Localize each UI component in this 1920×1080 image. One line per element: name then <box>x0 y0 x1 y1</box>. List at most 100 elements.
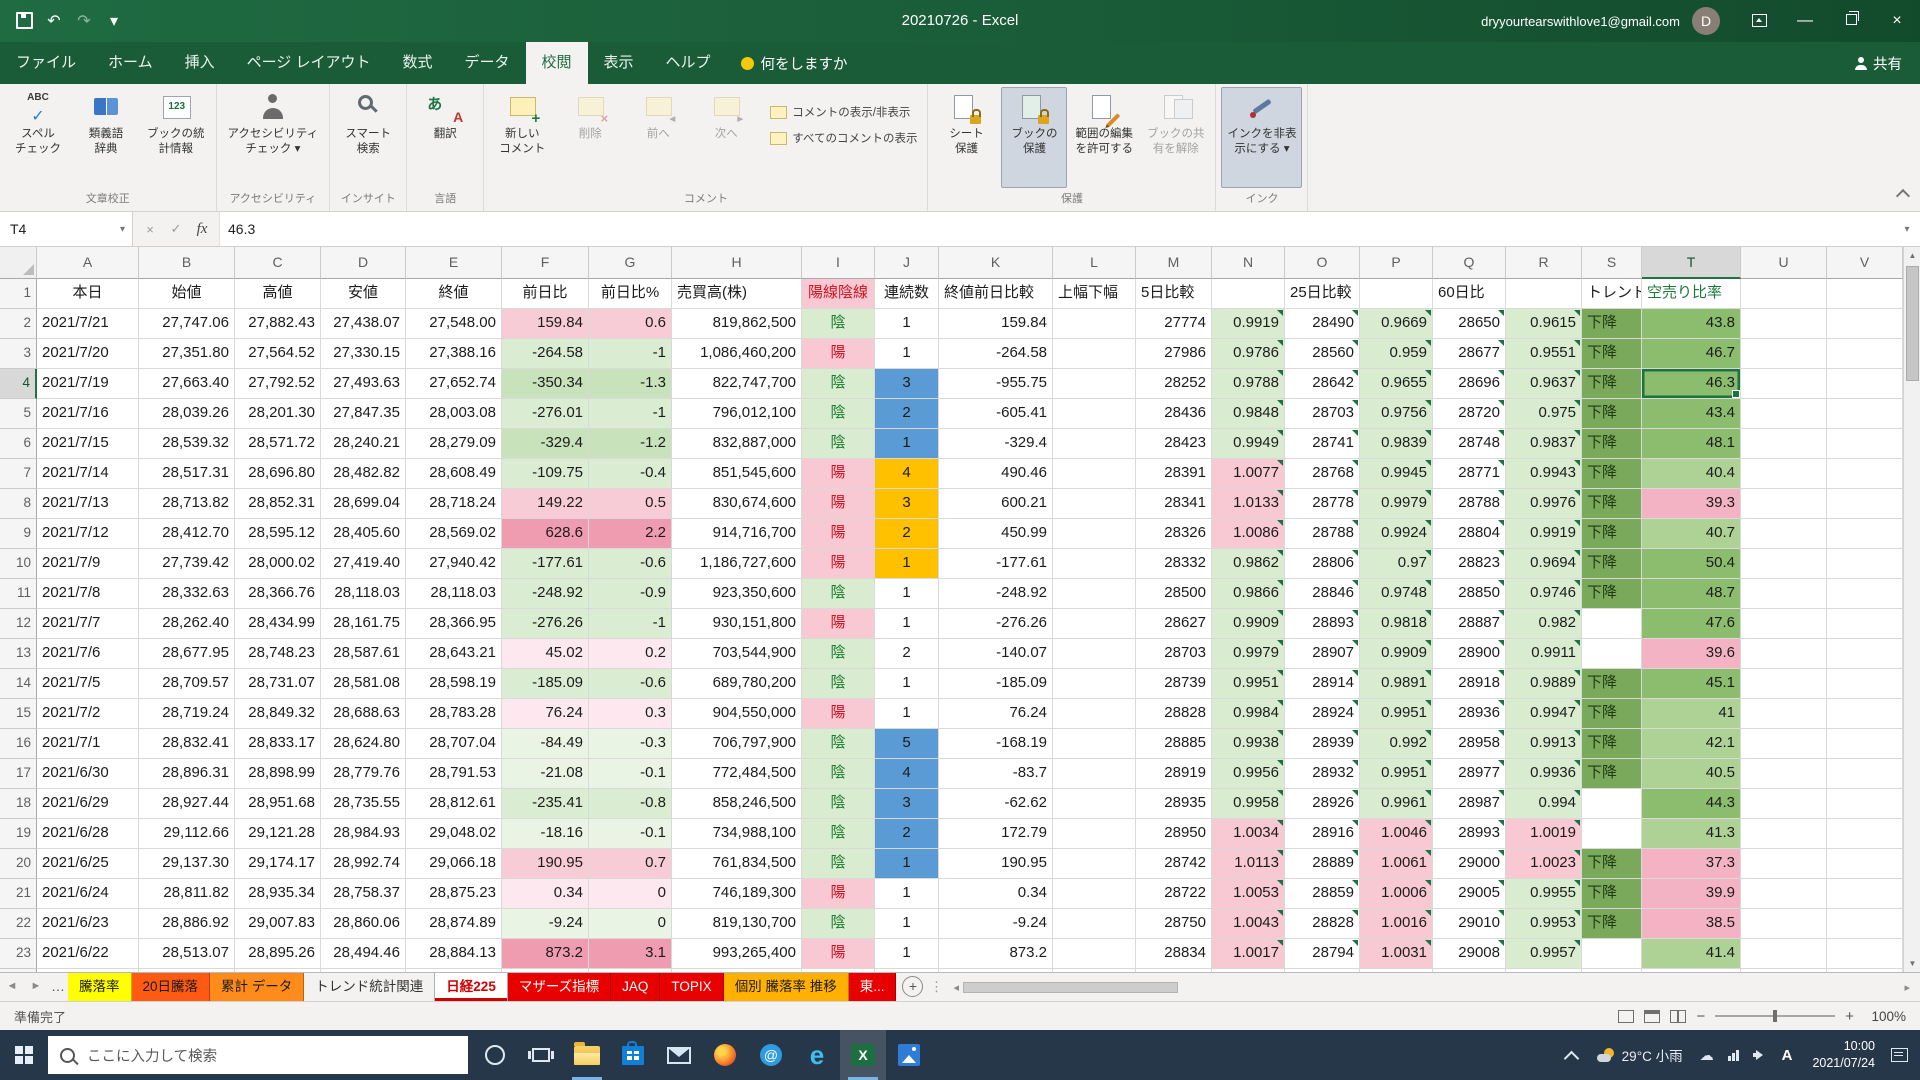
cell-N3[interactable]: 0.9786 <box>1212 339 1285 369</box>
cell-P10[interactable]: 0.97 <box>1360 549 1433 579</box>
cell-D12[interactable]: 28,161.75 <box>321 609 406 639</box>
cell-N23[interactable]: 1.0017 <box>1212 939 1285 969</box>
cell-J2[interactable]: 1 <box>875 309 939 339</box>
cell-Q18[interactable]: 28987 <box>1433 789 1506 819</box>
cell-C5[interactable]: 28,201.30 <box>235 399 321 429</box>
sheet-tab-ruikei-data[interactable]: 累計 データ <box>210 973 304 1001</box>
row-header-22[interactable]: 22 <box>0 909 37 939</box>
cell-P8[interactable]: 0.9979 <box>1360 489 1433 519</box>
cell-N6[interactable]: 0.9949 <box>1212 429 1285 459</box>
taskbar-app-store[interactable] <box>610 1030 656 1080</box>
cell-G1[interactable]: 前日比% <box>589 279 672 309</box>
cell-A8[interactable]: 2021/7/13 <box>37 489 139 519</box>
cell-U7[interactable] <box>1741 459 1827 489</box>
cell-H19[interactable]: 734,988,100 <box>672 819 802 849</box>
cell-I23[interactable]: 陽 <box>802 939 875 969</box>
cell-Q8[interactable]: 28788 <box>1433 489 1506 519</box>
taskbar-app-cortana[interactable] <box>472 1030 518 1080</box>
cell-J1[interactable]: 連続数 <box>875 279 939 309</box>
cell-Q3[interactable]: 28677 <box>1433 339 1506 369</box>
cell-K4[interactable]: -955.75 <box>939 369 1053 399</box>
cell-K12[interactable]: -276.26 <box>939 609 1053 639</box>
cell-D11[interactable]: 28,118.03 <box>321 579 406 609</box>
cell-V11[interactable] <box>1827 579 1903 609</box>
cell-O12[interactable]: 28893 <box>1285 609 1360 639</box>
sheet-tab-higashi[interactable]: 東... <box>849 973 897 1001</box>
cell-R11[interactable]: 0.9746 <box>1506 579 1582 609</box>
cell-C1[interactable]: 高値 <box>235 279 321 309</box>
cell-B24[interactable] <box>139 969 235 972</box>
save-icon[interactable] <box>10 12 38 30</box>
cell-M6[interactable]: 28423 <box>1136 429 1212 459</box>
cell-H17[interactable]: 772,484,500 <box>672 759 802 789</box>
zoom-level[interactable]: 100% <box>1864 1009 1906 1024</box>
cell-F11[interactable]: -248.92 <box>502 579 589 609</box>
enter-icon[interactable]: ✓ <box>163 221 189 237</box>
cell-A19[interactable]: 2021/6/28 <box>37 819 139 849</box>
cell-N16[interactable]: 0.9938 <box>1212 729 1285 759</box>
cell-R7[interactable]: 0.9943 <box>1506 459 1582 489</box>
cell-O23[interactable]: 28794 <box>1285 939 1360 969</box>
cell-C11[interactable]: 28,366.76 <box>235 579 321 609</box>
cell-Q9[interactable]: 28804 <box>1433 519 1506 549</box>
row-header-16[interactable]: 16 <box>0 729 37 759</box>
cell-O15[interactable]: 28924 <box>1285 699 1360 729</box>
ribbon-tab-file[interactable]: ファイル <box>0 42 92 84</box>
ribbon-button-comments-small-1[interactable]: すべてのコメントの表示 <box>764 125 923 151</box>
page-layout-view-icon[interactable] <box>1644 1010 1660 1023</box>
cell-D16[interactable]: 28,624.80 <box>321 729 406 759</box>
cell-I16[interactable]: 陰 <box>802 729 875 759</box>
cell-S3[interactable]: 下降 <box>1582 339 1642 369</box>
cell-A16[interactable]: 2021/7/1 <box>37 729 139 759</box>
cell-J22[interactable]: 1 <box>875 909 939 939</box>
cell-F22[interactable]: -9.24 <box>502 909 589 939</box>
cell-A13[interactable]: 2021/7/6 <box>37 639 139 669</box>
cell-L8[interactable] <box>1053 489 1136 519</box>
row-header-15[interactable]: 15 <box>0 699 37 729</box>
cell-S21[interactable]: 下降 <box>1582 879 1642 909</box>
row-header-6[interactable]: 6 <box>0 429 37 459</box>
cell-J15[interactable]: 1 <box>875 699 939 729</box>
cell-T19[interactable]: 41.3 <box>1642 819 1741 849</box>
cell-V23[interactable] <box>1827 939 1903 969</box>
cell-R10[interactable]: 0.9694 <box>1506 549 1582 579</box>
taskbar-app-file-explorer[interactable] <box>564 1030 610 1080</box>
cell-O6[interactable]: 28741 <box>1285 429 1360 459</box>
cell-N10[interactable]: 0.9862 <box>1212 549 1285 579</box>
cell-A1[interactable]: 本日 <box>37 279 139 309</box>
cell-E11[interactable]: 28,118.03 <box>406 579 502 609</box>
cell-B9[interactable]: 28,412.70 <box>139 519 235 549</box>
cell-M16[interactable]: 28885 <box>1136 729 1212 759</box>
cell-U1[interactable] <box>1741 279 1827 309</box>
cell-F6[interactable]: -329.4 <box>502 429 589 459</box>
cell-H3[interactable]: 1,086,460,200 <box>672 339 802 369</box>
cell-I5[interactable]: 陰 <box>802 399 875 429</box>
ribbon-button-protect-workbook[interactable]: ブックの 保護 <box>1001 87 1067 188</box>
cell-G22[interactable]: 0 <box>589 909 672 939</box>
taskbar-app-mail[interactable] <box>656 1030 702 1080</box>
cell-H21[interactable]: 746,189,300 <box>672 879 802 909</box>
cell-B22[interactable]: 28,886.92 <box>139 909 235 939</box>
cell-H24[interactable] <box>672 969 802 972</box>
cell-T14[interactable]: 45.1 <box>1642 669 1741 699</box>
ribbon-button-accessibility-check[interactable]: アクセシビリティ チェック ▾ <box>222 87 325 188</box>
cell-O7[interactable]: 28768 <box>1285 459 1360 489</box>
cell-A9[interactable]: 2021/7/12 <box>37 519 139 549</box>
cell-V6[interactable] <box>1827 429 1903 459</box>
cell-J7[interactable]: 4 <box>875 459 939 489</box>
cell-Q20[interactable]: 29000 <box>1433 849 1506 879</box>
hidden-icons-chevron[interactable] <box>1563 1050 1579 1066</box>
cell-F4[interactable]: -350.34 <box>502 369 589 399</box>
cell-E14[interactable]: 28,598.19 <box>406 669 502 699</box>
cell-G2[interactable]: 0.6 <box>589 309 672 339</box>
cell-U23[interactable] <box>1741 939 1827 969</box>
cell-R13[interactable]: 0.9911 <box>1506 639 1582 669</box>
cell-D24[interactable] <box>321 969 406 972</box>
ribbon-tab-formulas[interactable]: 数式 <box>386 42 448 84</box>
cell-R2[interactable]: 0.9615 <box>1506 309 1582 339</box>
cell-J10[interactable]: 1 <box>875 549 939 579</box>
cell-P19[interactable]: 1.0046 <box>1360 819 1433 849</box>
cell-M20[interactable]: 28742 <box>1136 849 1212 879</box>
cell-R3[interactable]: 0.9551 <box>1506 339 1582 369</box>
qat-customize-icon[interactable]: ▾ <box>100 11 128 31</box>
